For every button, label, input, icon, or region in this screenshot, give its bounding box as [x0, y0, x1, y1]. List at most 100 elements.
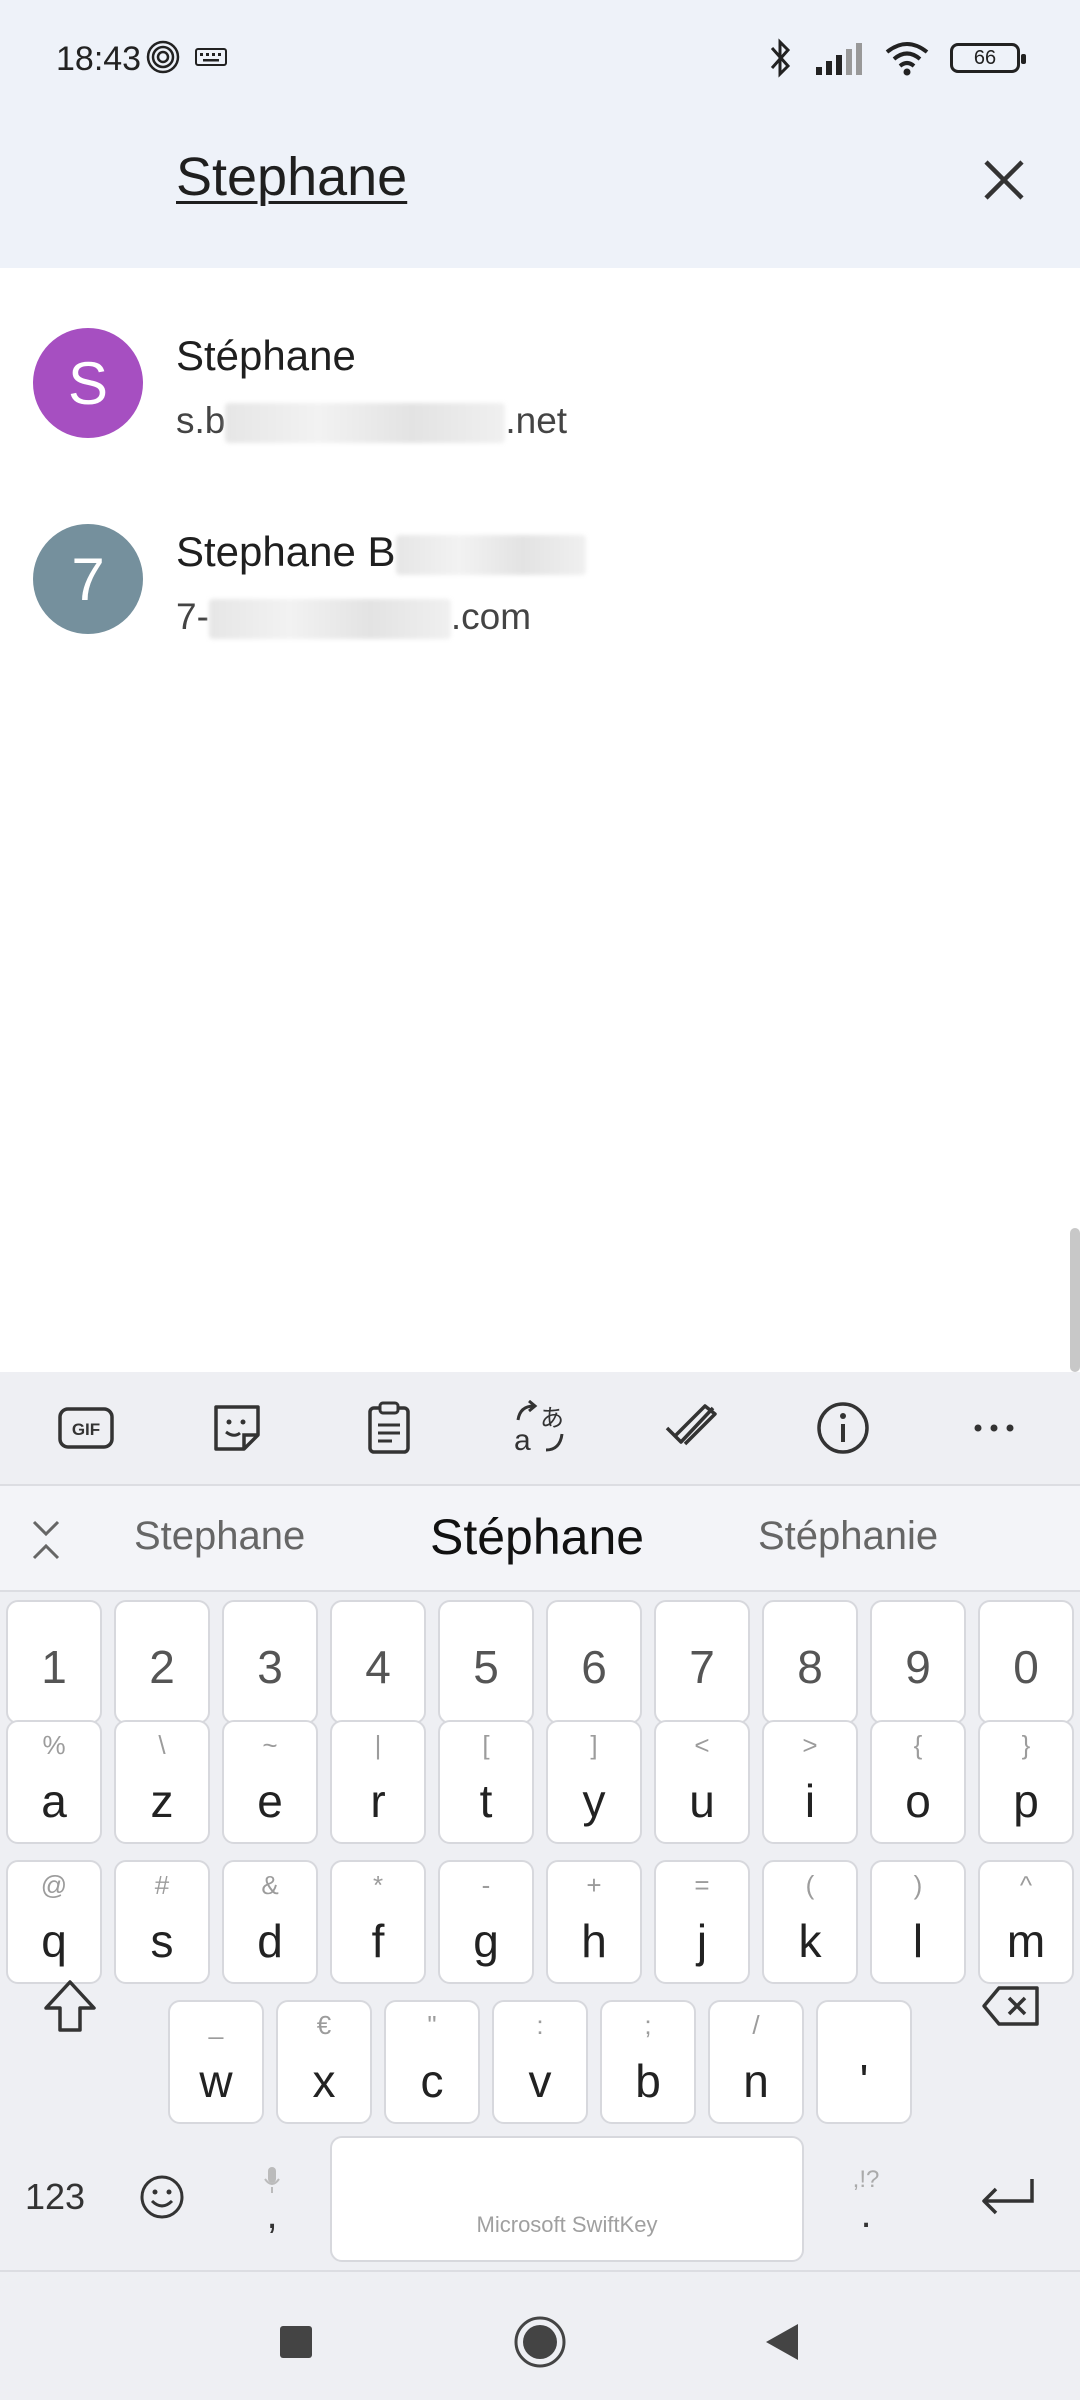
search-header: 18:43 66 Stephane [0, 0, 1080, 268]
letter-key[interactable]: < u [654, 1720, 750, 1844]
info-button[interactable] [803, 1388, 883, 1468]
key-label: 0 [1013, 1641, 1039, 1693]
letter-key[interactable]: \ z [114, 1720, 210, 1844]
number-key[interactable]: 5 [438, 1600, 534, 1724]
letter-key[interactable]: :v [492, 2000, 588, 2124]
letter-key[interactable]: * f [330, 1860, 426, 1984]
key-label: k [798, 1915, 822, 1967]
number-key[interactable]: 6 [546, 1600, 642, 1724]
key-alt-label: ) [913, 1870, 923, 1900]
key-label: d [257, 1915, 283, 1967]
key-label: j [696, 1915, 708, 1967]
space-key[interactable]: Microsoft SwiftKey [330, 2136, 804, 2262]
contact-email: 7- .com [176, 596, 532, 640]
key-label: y [582, 1775, 606, 1827]
back-button[interactable] [752, 2312, 812, 2372]
email-end: .com [450, 596, 532, 637]
contact-result[interactable]: 7 Stephane B 7- .com [0, 464, 1080, 660]
letter-key[interactable]: ] y [546, 1720, 642, 1844]
letter-key[interactable]: } p [978, 1720, 1074, 1844]
letter-key[interactable]: " c [384, 2000, 480, 2124]
number-key[interactable]: 0 [978, 1600, 1074, 1724]
status-time: 18:43 [56, 40, 142, 78]
letter-key[interactable]: / n [708, 2000, 804, 2124]
letter-key[interactable]: _ w [168, 2000, 264, 2124]
letter-key[interactable]: & d [222, 1860, 318, 1984]
gif-icon: GIF [57, 1407, 114, 1449]
letter-key[interactable]: | r [330, 1720, 426, 1844]
letter-key[interactable]: [t [438, 1720, 534, 1844]
redacted-text [208, 599, 451, 640]
key-label: a [41, 1775, 67, 1827]
suggestion-1[interactable]: Stephane [134, 1514, 305, 1559]
letter-key[interactable]: ) l [870, 1860, 966, 1984]
key-alt-label: / [752, 2010, 760, 2040]
number-key[interactable]: 2 [114, 1600, 210, 1724]
key-label: t [479, 1775, 493, 1827]
key-alt-label: < [694, 1730, 710, 1760]
number-key[interactable]: 7 [654, 1600, 750, 1724]
letter-key[interactable]: ; b [600, 2000, 696, 2124]
enter-key[interactable] [960, 2142, 1056, 2252]
shift-key[interactable] [26, 1946, 114, 2066]
letter-key[interactable]: € x [276, 2000, 372, 2124]
number-key[interactable]: 4 [330, 1600, 426, 1724]
letter-key[interactable]: % a [6, 1720, 102, 1844]
letter-key[interactable]: -g [438, 1860, 534, 1984]
navigation-bar [0, 2270, 1080, 2400]
numbers-key-label: 123 [24, 2176, 86, 2217]
letter-key[interactable]: + h [546, 1860, 642, 1984]
gif-button[interactable]: GIF [46, 1388, 126, 1468]
recents-button[interactable] [266, 2312, 326, 2372]
emoji-key[interactable] [122, 2142, 202, 2252]
battery-indicator: 66 [950, 43, 1026, 73]
number-key[interactable]: 1 [6, 1600, 102, 1724]
letter-key[interactable]: ~ e [222, 1720, 318, 1844]
letter-key[interactable]: ' [816, 2000, 912, 2124]
email-start: 7- [176, 596, 209, 637]
more-button[interactable] [954, 1388, 1034, 1468]
number-key[interactable]: 8 [762, 1600, 858, 1724]
number-key[interactable]: 3 [222, 1600, 318, 1724]
clear-search-button[interactable] [972, 148, 1036, 212]
scrollbar[interactable] [1070, 1228, 1080, 1372]
back-triangle-icon [766, 2324, 798, 2360]
number-key[interactable]: 9 [870, 1600, 966, 1724]
letter-key[interactable]: = j [654, 1860, 750, 1984]
letter-key[interactable]: (k [762, 1860, 858, 1984]
key-alt-label: * [372, 1870, 384, 1900]
letter-key[interactable]: {o [870, 1720, 966, 1844]
period-label: . [860, 2192, 872, 2236]
backspace-key[interactable] [966, 1946, 1056, 2066]
contact-email: s.b .net [176, 400, 567, 444]
key-label: n [743, 2055, 769, 2107]
key-alt-label: [ [482, 1730, 490, 1760]
keyboard-icon [195, 48, 227, 66]
period-key[interactable]: ,!? . [826, 2142, 906, 2258]
svg-text:あ: あ [540, 1404, 564, 1432]
contact-name: Stéphane [176, 332, 356, 379]
key-alt-label: ~ [262, 1730, 278, 1760]
numbers-key[interactable]: 123 [8, 2142, 102, 2252]
clipboard-button[interactable] [349, 1388, 429, 1468]
key-label: l [912, 1915, 924, 1967]
comma-key[interactable]: , [232, 2142, 312, 2258]
sticker-button[interactable] [197, 1388, 277, 1468]
home-button[interactable] [510, 2312, 570, 2372]
close-icon [984, 160, 1024, 200]
suggestion-3[interactable]: Stéphanie [758, 1514, 938, 1559]
letter-key[interactable]: # s [114, 1860, 210, 1984]
collapse-icon[interactable] [26, 1518, 66, 1562]
key-alt-label: } [1021, 1730, 1031, 1760]
letter-key[interactable]: > i [762, 1720, 858, 1844]
key-label: u [689, 1775, 715, 1827]
key-label: i [804, 1775, 816, 1827]
key-alt-label: : [536, 2010, 544, 2040]
editor-button[interactable] [651, 1388, 731, 1468]
suggestion-2[interactable]: Stéphane [430, 1508, 644, 1566]
translate-button[interactable]: a あ [500, 1388, 580, 1468]
search-input[interactable]: Stephane [176, 146, 407, 208]
translate-icon: a あ [514, 1400, 564, 1456]
contact-result[interactable]: S Stéphane s.b .net [0, 268, 1080, 464]
key-label: r [370, 1775, 386, 1827]
